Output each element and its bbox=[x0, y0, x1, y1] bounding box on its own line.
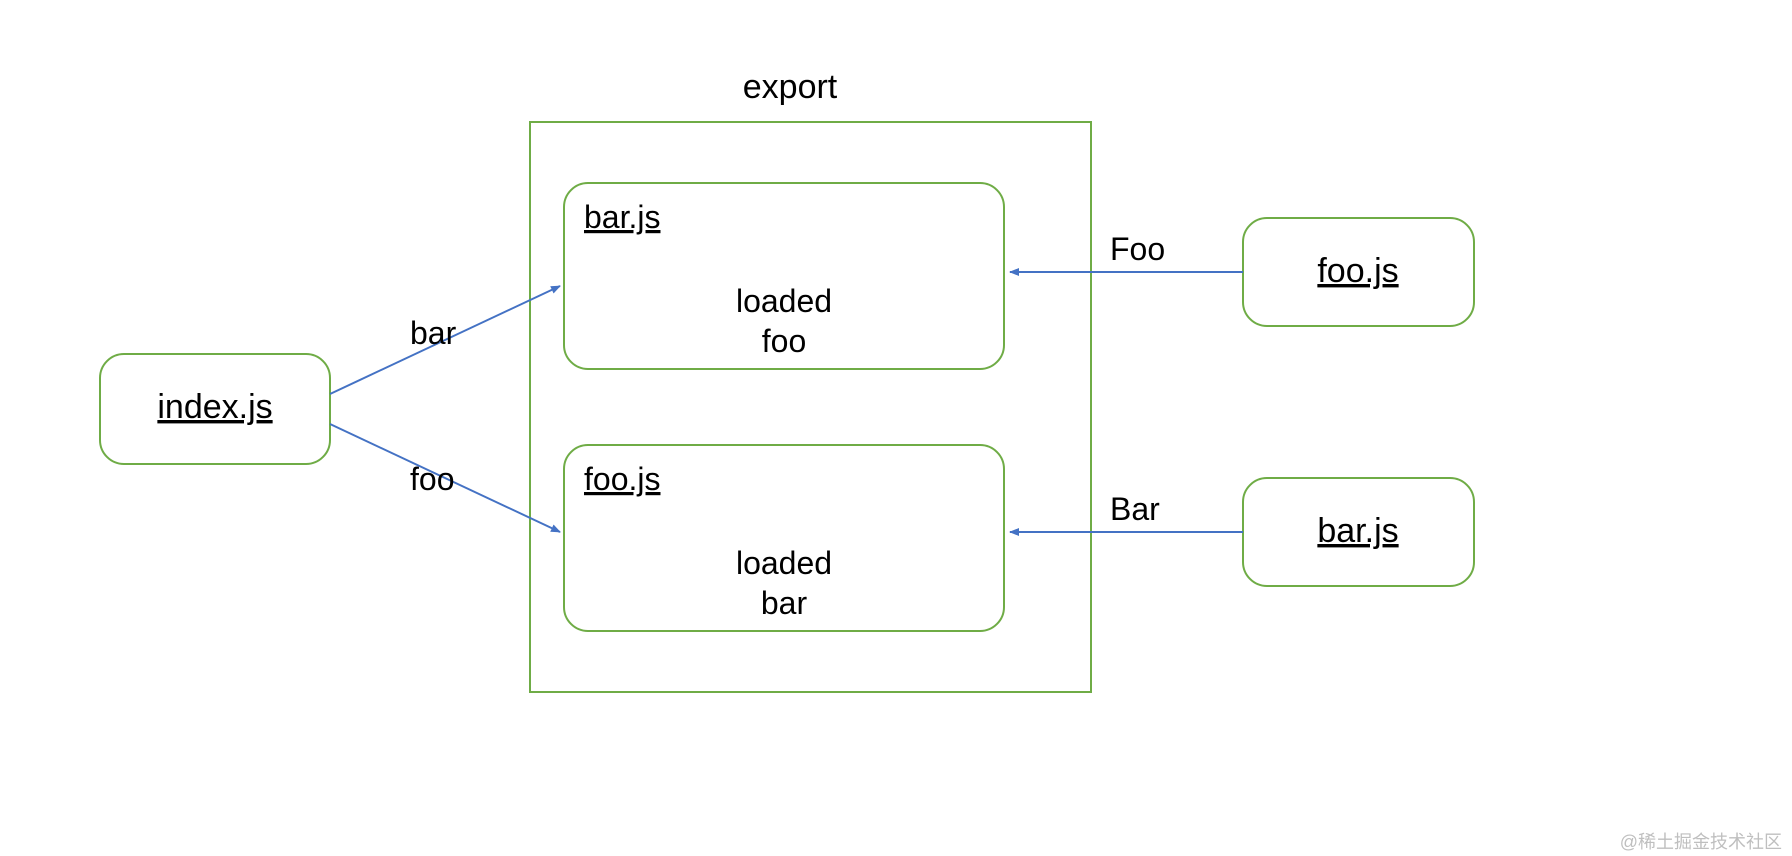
svg-text:bar.js: bar.js bbox=[1317, 512, 1398, 550]
right-foo-label: foo.js bbox=[1317, 252, 1398, 290]
svg-text:foo: foo bbox=[410, 461, 454, 497]
svg-text:Bar: Bar bbox=[1110, 491, 1160, 527]
bar-js-title: bar.js bbox=[584, 199, 660, 235]
watermark: @稀土掘金技术社区 bbox=[1620, 832, 1782, 852]
export-label: export bbox=[743, 68, 838, 106]
bar-class-arrow-label: Bar bbox=[1110, 491, 1160, 527]
svg-text:foo: foo bbox=[762, 323, 806, 359]
bar-js-loaded: loaded bbox=[736, 283, 832, 319]
svg-text:Foo: Foo bbox=[1110, 231, 1165, 267]
foo-js-value: bar bbox=[761, 585, 808, 621]
svg-text:bar.js: bar.js bbox=[584, 199, 660, 235]
svg-text:foo.js: foo.js bbox=[1317, 252, 1398, 290]
svg-text:export: export bbox=[743, 68, 838, 106]
foo-js-title: foo.js bbox=[584, 461, 660, 497]
right-bar-label: bar.js bbox=[1317, 512, 1398, 550]
bar-js-value: foo bbox=[762, 323, 806, 359]
index-box-label: index.js bbox=[157, 388, 272, 426]
svg-text:loaded: loaded bbox=[736, 283, 832, 319]
svg-text:loaded: loaded bbox=[736, 545, 832, 581]
foo-class-arrow-label: Foo bbox=[1110, 231, 1165, 267]
svg-text:index.js: index.js bbox=[157, 388, 272, 426]
svg-text:bar: bar bbox=[761, 585, 808, 621]
bar-arrow-label: bar bbox=[410, 315, 457, 351]
svg-text:bar: bar bbox=[410, 315, 457, 351]
foo-js-loaded: loaded bbox=[736, 545, 832, 581]
svg-text:foo.js: foo.js bbox=[584, 461, 660, 497]
foo-arrow-label: foo bbox=[410, 461, 454, 497]
svg-text:@稀土掘金技术社区: @稀土掘金技术社区 bbox=[1620, 832, 1782, 852]
